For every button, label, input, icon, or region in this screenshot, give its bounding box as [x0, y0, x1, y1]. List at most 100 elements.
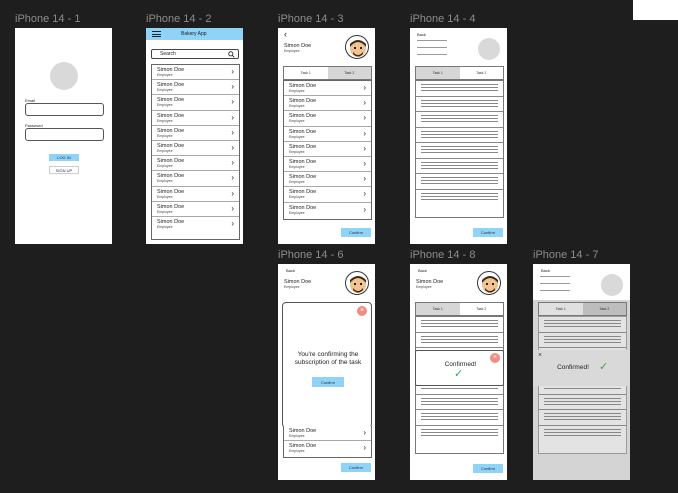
- search-bar[interactable]: Search: [151, 49, 239, 59]
- list-item: [416, 190, 503, 206]
- list-item: [416, 81, 503, 97]
- tab-task-1[interactable]: Task 1: [416, 67, 460, 79]
- back-link[interactable]: Back: [418, 268, 427, 273]
- tab-task-2[interactable]: Task 2: [327, 67, 371, 79]
- confirmed-toast: × Confirmed! ✓: [533, 350, 630, 386]
- list-item[interactable]: Simon Doe Employee ›: [152, 65, 239, 81]
- avatar-placeholder: [478, 38, 500, 60]
- back-link[interactable]: Back: [286, 268, 295, 273]
- list-item[interactable]: Simon Doe Employee ›: [152, 95, 239, 111]
- tab-task-1[interactable]: Task 1: [539, 303, 583, 315]
- list-item[interactable]: Simon Doe Employee ›: [152, 141, 239, 157]
- task-tabs: Task 1 Task 2: [415, 302, 504, 316]
- list-item: [539, 410, 626, 426]
- confirm-button[interactable]: Confirm: [473, 464, 503, 473]
- confirmed-text: Confirmed!: [444, 361, 477, 368]
- list-item: [416, 395, 503, 410]
- password-field[interactable]: [25, 128, 104, 141]
- signup-button[interactable]: SIGN UP: [49, 166, 79, 174]
- confirm-dialog: × You're confirming the subscription of …: [282, 302, 372, 428]
- tab-task-2[interactable]: Task 2: [459, 67, 503, 79]
- list-item: [416, 333, 503, 348]
- list-item: [539, 395, 626, 410]
- chevron-right-icon: ›: [363, 128, 366, 138]
- dialog-confirm-button[interactable]: Confirm: [312, 377, 344, 387]
- list-item: [416, 174, 503, 190]
- back-link[interactable]: Back: [541, 268, 550, 273]
- close-icon[interactable]: ×: [357, 306, 367, 316]
- frame-title-1: iPhone 14 - 1: [15, 13, 81, 25]
- list-item[interactable]: Simon Doe Employee ›: [284, 111, 371, 127]
- avatar: [345, 35, 369, 59]
- list-item[interactable]: Simon Doe Employee ›: [152, 111, 239, 126]
- list-item[interactable]: Simon Doe Employee ›: [152, 156, 239, 172]
- avatar-placeholder: [601, 274, 623, 296]
- avatar: [477, 271, 501, 295]
- list-item[interactable]: Simon Doe Employee ›: [152, 202, 239, 217]
- chevron-right-icon: ›: [363, 443, 366, 453]
- list-item[interactable]: Simon Doe Employee ›: [284, 81, 371, 97]
- employee-list: Simon Doe Employee › Simon Doe Employee ›: [283, 426, 372, 458]
- list-item[interactable]: Simon Doe Employee ›: [284, 187, 371, 203]
- email-field[interactable]: [25, 103, 104, 116]
- hamburger-menu-icon[interactable]: [152, 31, 161, 37]
- frame-title-2: iPhone 14 - 2: [146, 13, 212, 25]
- list-item[interactable]: Simon Doe Employee ›: [284, 96, 371, 112]
- list-item[interactable]: Simon Doe Employee ›: [152, 187, 239, 202]
- confirmed-wireframe-screen: Back Task 1 Task 2 × Confirmed! ✓: [533, 264, 630, 480]
- back-arrow-icon[interactable]: ‹: [284, 30, 287, 39]
- checkmark-icon: ✓: [454, 368, 464, 380]
- task-tabs: Task 1 Task 2: [283, 66, 372, 80]
- frame-title-7: iPhone 14 - 7: [533, 249, 599, 261]
- avatar: [345, 271, 369, 295]
- profile-screen: ‹ Simon Doe Employee Task 1 Task 2 Simon…: [278, 28, 375, 244]
- list-item[interactable]: Simon Doe Employee ›: [152, 80, 239, 96]
- list-item[interactable]: Simon Doe Employee ›: [284, 157, 371, 173]
- employee-list: Simon Doe Employee › Simon Doe Employee › Si…: [151, 64, 240, 240]
- list-item: [416, 426, 503, 442]
- list-item[interactable]: Simon Doe Employee ›: [152, 171, 239, 187]
- list-item[interactable]: Simon Doe Employee ›: [152, 126, 239, 141]
- login-button[interactable]: LOG IN: [49, 154, 79, 161]
- list-item: [416, 317, 503, 333]
- checkmark-icon: ✓: [599, 361, 609, 373]
- tab-task-1[interactable]: Task 1: [284, 67, 328, 79]
- search-input[interactable]: Search: [160, 51, 176, 57]
- tab-task-2[interactable]: Task 2: [582, 303, 626, 315]
- confirm-button[interactable]: Confirm: [473, 228, 503, 237]
- profile-role: Employee: [284, 49, 300, 53]
- confirm-button[interactable]: Confirm: [341, 463, 371, 472]
- employee-list: Simon Doe Employee › Simon Doe Employee › Si…: [283, 80, 372, 220]
- chevron-right-icon: ›: [231, 142, 234, 152]
- list-item[interactable]: Simon Doe Employee ›: [284, 127, 371, 142]
- tab-task-1[interactable]: Task 1: [416, 303, 460, 315]
- close-icon[interactable]: ×: [538, 352, 542, 359]
- task-tabs: Task 1 Task 2: [415, 66, 504, 80]
- frame-title-6: iPhone 14 - 6: [278, 249, 344, 261]
- chevron-right-icon: ›: [363, 174, 366, 184]
- bakery-list-screen: Bakery App Search Simon Doe Employee › Sim…: [146, 28, 243, 244]
- list-item: [539, 426, 626, 442]
- chevron-right-icon: ›: [231, 173, 234, 183]
- list-item[interactable]: Simon Doe Employee ›: [284, 142, 371, 157]
- list-item[interactable]: Simon Doe Employee ›: [284, 172, 371, 188]
- list-item[interactable]: Simon Doe Employee ›: [152, 217, 239, 232]
- list-item[interactable]: Simon Doe Employee ›: [284, 426, 371, 442]
- list-item[interactable]: Simon Doe Employee ›: [284, 441, 371, 456]
- back-link[interactable]: Back: [417, 32, 426, 37]
- list-item[interactable]: Simon Doe Employee ›: [284, 203, 371, 218]
- list-item: [416, 112, 503, 128]
- list-item: [539, 317, 626, 333]
- task-tabs: Task 1 Task 2: [538, 302, 627, 316]
- search-icon[interactable]: [228, 51, 235, 58]
- task-wireframe-screen: Back Task 1 Task 2 Confirm: [410, 28, 507, 244]
- chevron-right-icon: ›: [231, 127, 234, 137]
- list-item: [416, 410, 503, 426]
- frame-title-8: iPhone 14 - 8: [410, 249, 476, 261]
- frame-title-4: iPhone 14 - 4: [410, 13, 476, 25]
- confirm-button[interactable]: Confirm: [341, 228, 371, 237]
- chevron-right-icon: ›: [231, 82, 234, 92]
- list-item: [416, 143, 503, 159]
- tab-task-2[interactable]: Task 2: [459, 303, 503, 315]
- chevron-right-icon: ›: [363, 98, 366, 108]
